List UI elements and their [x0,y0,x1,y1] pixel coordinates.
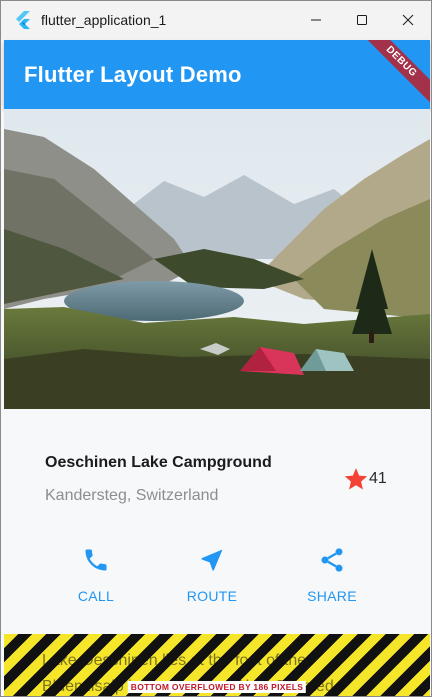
call-label: CALL [77,588,115,604]
app-bar-title: Flutter Layout Demo [24,62,242,87]
debug-banner: DEBUG [356,40,430,107]
place-name: Oeschinen Lake Campground [45,454,272,471]
overflow-warning-area: Lake Oeschinen lies at the foot of the B… [4,634,430,696]
window-controls [293,1,431,39]
minimize-icon [311,19,321,21]
app-window: flutter_application_1 Flutter Layout Dem… [0,0,432,697]
button-section: CALL ROUTE SHARE [4,546,430,616]
close-icon [402,14,414,26]
call-button[interactable]: CALL [61,546,131,604]
star-icon [344,468,368,490]
share-icon [321,548,343,572]
close-button[interactable] [385,1,431,39]
route-label: ROUTE [186,588,238,604]
place-location: Kandersteg, Switzerland [45,487,219,504]
share-button[interactable]: SHARE [297,546,367,604]
phone-icon [85,549,107,571]
overflow-label: BOTTOM OVERFLOWED BY 186 PIXELS [127,681,307,693]
route-button[interactable]: ROUTE [177,546,247,604]
maximize-button[interactable] [339,1,385,39]
minimize-button[interactable] [293,1,339,39]
window-title: flutter_application_1 [41,12,167,28]
app-bar: Flutter Layout Demo DEBUG [4,40,430,109]
window-titlebar: flutter_application_1 [1,1,431,39]
flutter-logo-icon [16,11,30,29]
mountain-lake-campground-image [4,109,430,409]
maximize-icon [357,15,367,25]
hero-image [4,109,430,409]
rating-count: 41 [369,470,387,487]
share-label: SHARE [307,588,357,604]
title-section: Oeschinen Lake Campground Kandersteg, Sw… [4,409,430,529]
navigation-icon [201,549,223,571]
